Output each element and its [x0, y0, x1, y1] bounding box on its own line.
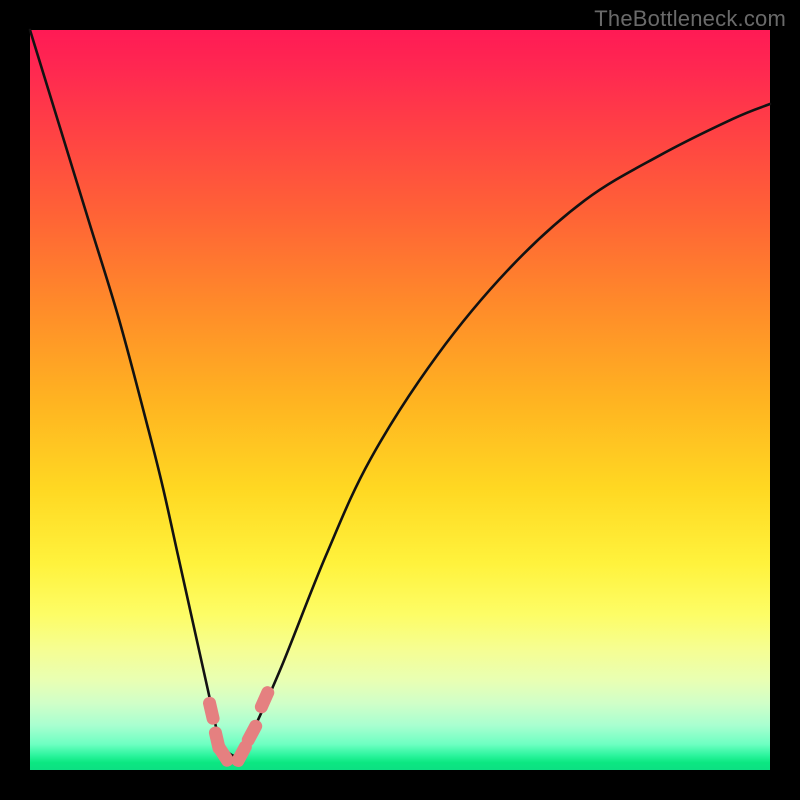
curve-marker [240, 718, 265, 749]
curve-marker [202, 696, 221, 726]
plot-area [30, 30, 770, 770]
chart-outer-frame: TheBottleneck.com [0, 0, 800, 800]
bottleneck-curve [30, 30, 770, 756]
watermark-text: TheBottleneck.com [594, 6, 786, 32]
curve-marker [253, 684, 276, 715]
curve-markers [202, 684, 276, 769]
bottleneck-curve-svg [30, 30, 770, 770]
